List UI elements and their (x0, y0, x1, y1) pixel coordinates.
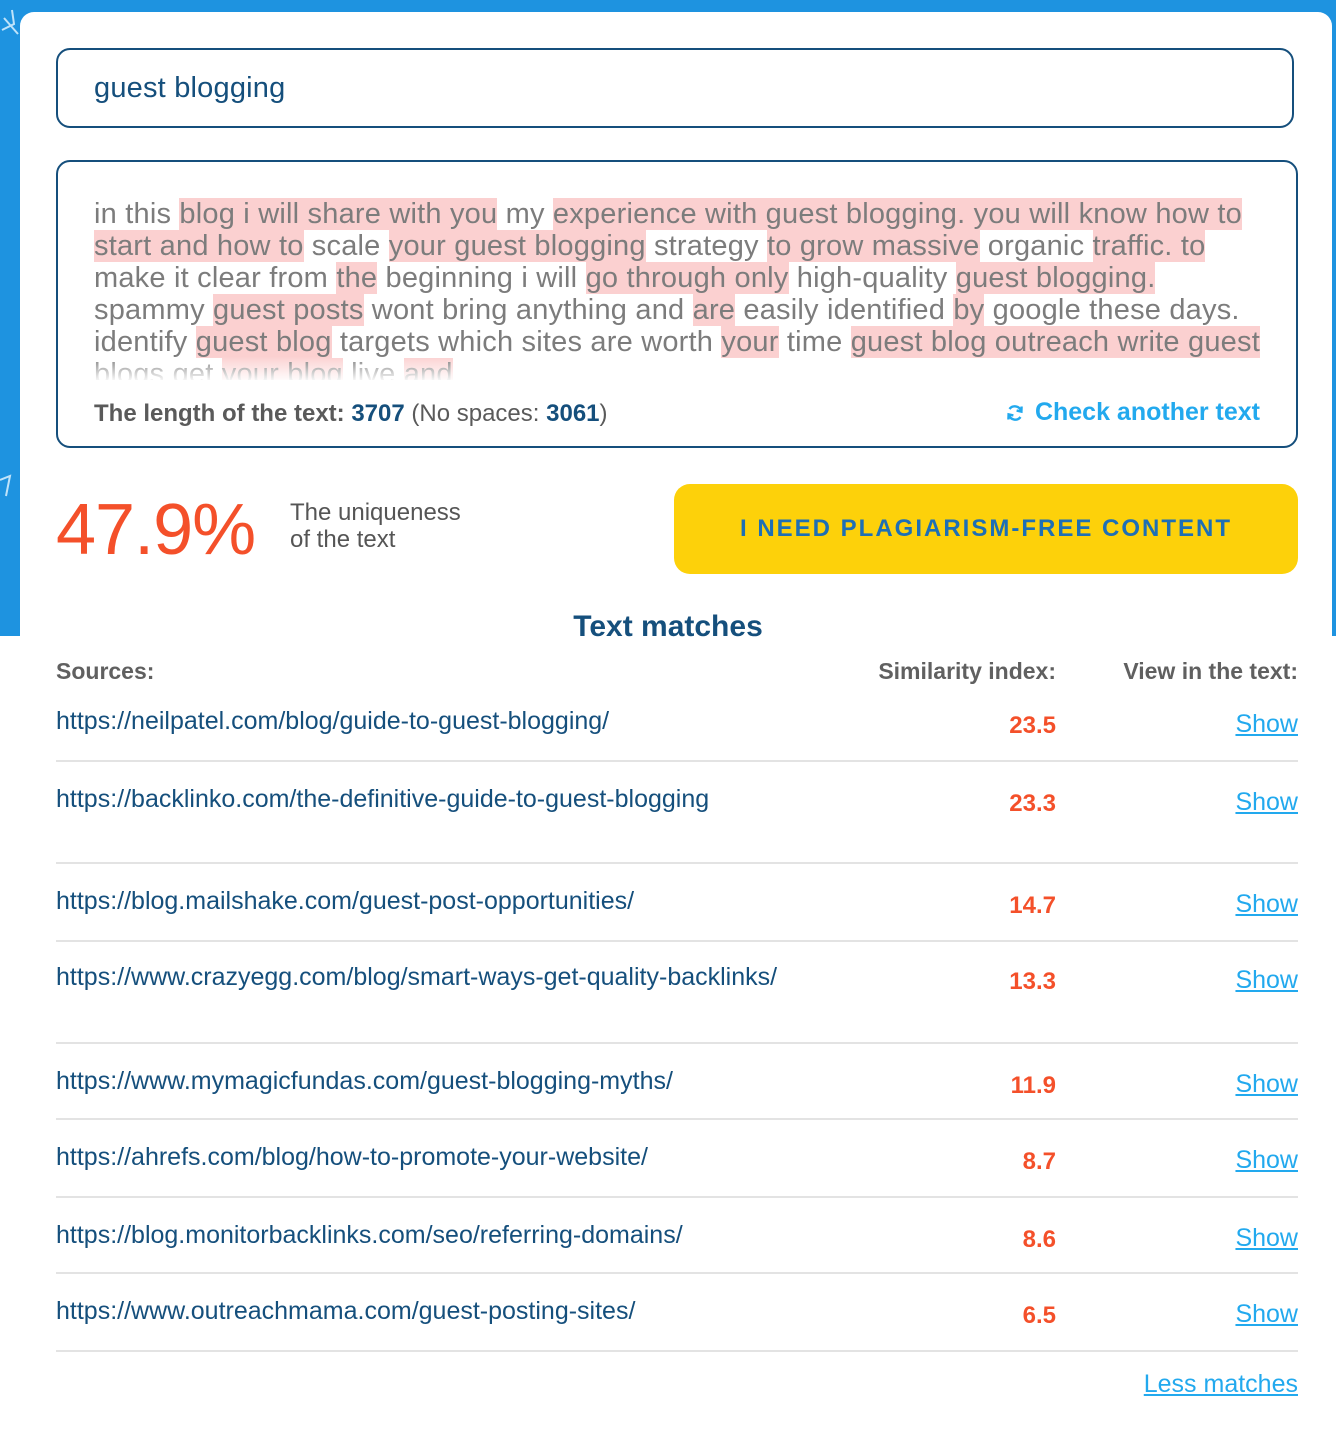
text-fragment: in this (94, 198, 180, 230)
similarity-score: 23.5 (1009, 712, 1056, 739)
keyword-input[interactable]: guest blogging (56, 48, 1294, 128)
text-fragment: targets which sites are worth (331, 326, 722, 358)
row-divider (56, 1272, 1298, 1274)
similarity-score: 23.3 (1009, 790, 1056, 817)
show-in-text-link[interactable]: Show (1235, 788, 1298, 817)
source-url-link[interactable]: https://www.mymagicfundas.com/guest-blog… (56, 1068, 796, 1095)
uniqueness-label-line2: of the text (290, 526, 396, 553)
similarity-score: 11.9 (1010, 1072, 1056, 1099)
uniqueness-value: 47.9% (56, 490, 256, 570)
less-matches-link[interactable]: Less matches (1144, 1370, 1298, 1399)
length-value: 3707 (351, 400, 405, 427)
text-length-stats: The length of the text: 3707 (No spaces:… (94, 400, 608, 428)
text-fragment: my (497, 198, 553, 230)
text-fragment: beginning i will (377, 262, 586, 294)
row-divider (56, 1196, 1298, 1198)
check-another-text-button[interactable]: Check another text (1005, 398, 1260, 427)
show-in-text-link[interactable]: Show (1235, 1300, 1298, 1329)
show-in-text-link[interactable]: Show (1235, 890, 1298, 919)
matched-fragment: the (336, 262, 378, 294)
row-divider (56, 1350, 1298, 1352)
text-fragment: wont bring anything and (363, 294, 693, 326)
similarity-score: 8.7 (1022, 1148, 1056, 1175)
source-url-link[interactable]: https://blog.mailshake.com/guest-post-op… (56, 888, 796, 915)
uniqueness-label-line1: The uniqueness (290, 499, 461, 526)
matched-fragment: your guest blogging (388, 230, 646, 262)
matched-fragment: are (692, 294, 736, 326)
source-url-link[interactable]: https://ahrefs.com/blog/how-to-promote-y… (56, 1144, 796, 1171)
plagiarism-free-content-button[interactable]: I NEED PLAGIARISM-FREE CONTENT (674, 484, 1298, 574)
source-url-link[interactable]: https://blog.monitorbacklinks.com/seo/re… (56, 1222, 796, 1249)
checked-text-area[interactable]: in this blog i will share with you my ex… (56, 160, 1298, 448)
similarity-score: 6.5 (1022, 1302, 1056, 1329)
show-in-text-link[interactable]: Show (1235, 1146, 1298, 1175)
keyword-input-value: guest blogging (94, 71, 286, 104)
uniqueness-label: The uniqueness of the text (290, 499, 461, 553)
text-fragment: spammy (94, 294, 214, 326)
source-url-link[interactable]: https://www.outreachmama.com/guest-posti… (56, 1298, 796, 1325)
text-fragment: easily identified (735, 294, 954, 326)
matched-fragment: guest posts (213, 294, 364, 326)
row-divider (56, 760, 1298, 762)
matched-fragment: blog i will share with you (179, 198, 498, 230)
sources-column-header: Sources: (56, 658, 155, 684)
matched-fragment: guest blogging. (955, 262, 1156, 294)
row-divider (56, 940, 1298, 942)
text-fragment: organic (979, 230, 1093, 262)
text-matches-title: Text matches (573, 610, 763, 643)
matched-fragment: by (953, 294, 985, 326)
text-fragment: high-quality (788, 262, 956, 294)
row-divider (56, 1118, 1298, 1120)
source-url-link[interactable]: https://neilpatel.com/blog/guide-to-gues… (56, 708, 796, 735)
length-label: The length of the text: (94, 400, 345, 427)
text-fragment: make it clear from (94, 262, 337, 294)
text-fragment: scale (303, 230, 389, 262)
no-spaces-value: 3061 (546, 400, 600, 427)
check-another-label: Check another text (1034, 398, 1260, 426)
doodle-icon (1, 9, 19, 35)
no-spaces-close: ) (599, 400, 608, 427)
show-in-text-link[interactable]: Show (1235, 966, 1298, 995)
similarity-score: 8.6 (1022, 1226, 1056, 1253)
row-divider (56, 1042, 1298, 1044)
row-divider (56, 862, 1298, 864)
matched-fragment: guest blog (195, 326, 332, 358)
text-fade (58, 356, 1296, 382)
matched-fragment: guest blog outreach write guest (850, 326, 1260, 358)
matched-fragment: your (721, 326, 779, 358)
source-url-link[interactable]: https://backlinko.com/the-definitive-gui… (56, 786, 796, 813)
text-fragment: time (778, 326, 851, 358)
matched-fragment: go through only (585, 262, 789, 294)
text-fragment: strategy (645, 230, 767, 262)
doodle-icon (0, 474, 12, 497)
similarity-score: 13.3 (1009, 968, 1056, 995)
matched-fragment: to grow massive (766, 230, 980, 262)
show-in-text-link[interactable]: Show (1235, 1224, 1298, 1253)
show-in-text-link[interactable]: Show (1235, 710, 1298, 739)
source-url-link[interactable]: https://www.crazyegg.com/blog/smart-ways… (56, 964, 796, 991)
similarity-score: 14.7 (1009, 892, 1056, 919)
checked-text: in this blog i will share with you my ex… (94, 198, 1264, 380)
matched-fragment: traffic. to (1092, 230, 1206, 262)
no-spaces-label: (No spaces: (411, 400, 540, 427)
show-in-text-link[interactable]: Show (1235, 1070, 1298, 1099)
view-column-header: View in the text: (1123, 658, 1298, 684)
similarity-column-header: Similarity index: (878, 658, 1056, 684)
refresh-icon (1007, 404, 1023, 421)
